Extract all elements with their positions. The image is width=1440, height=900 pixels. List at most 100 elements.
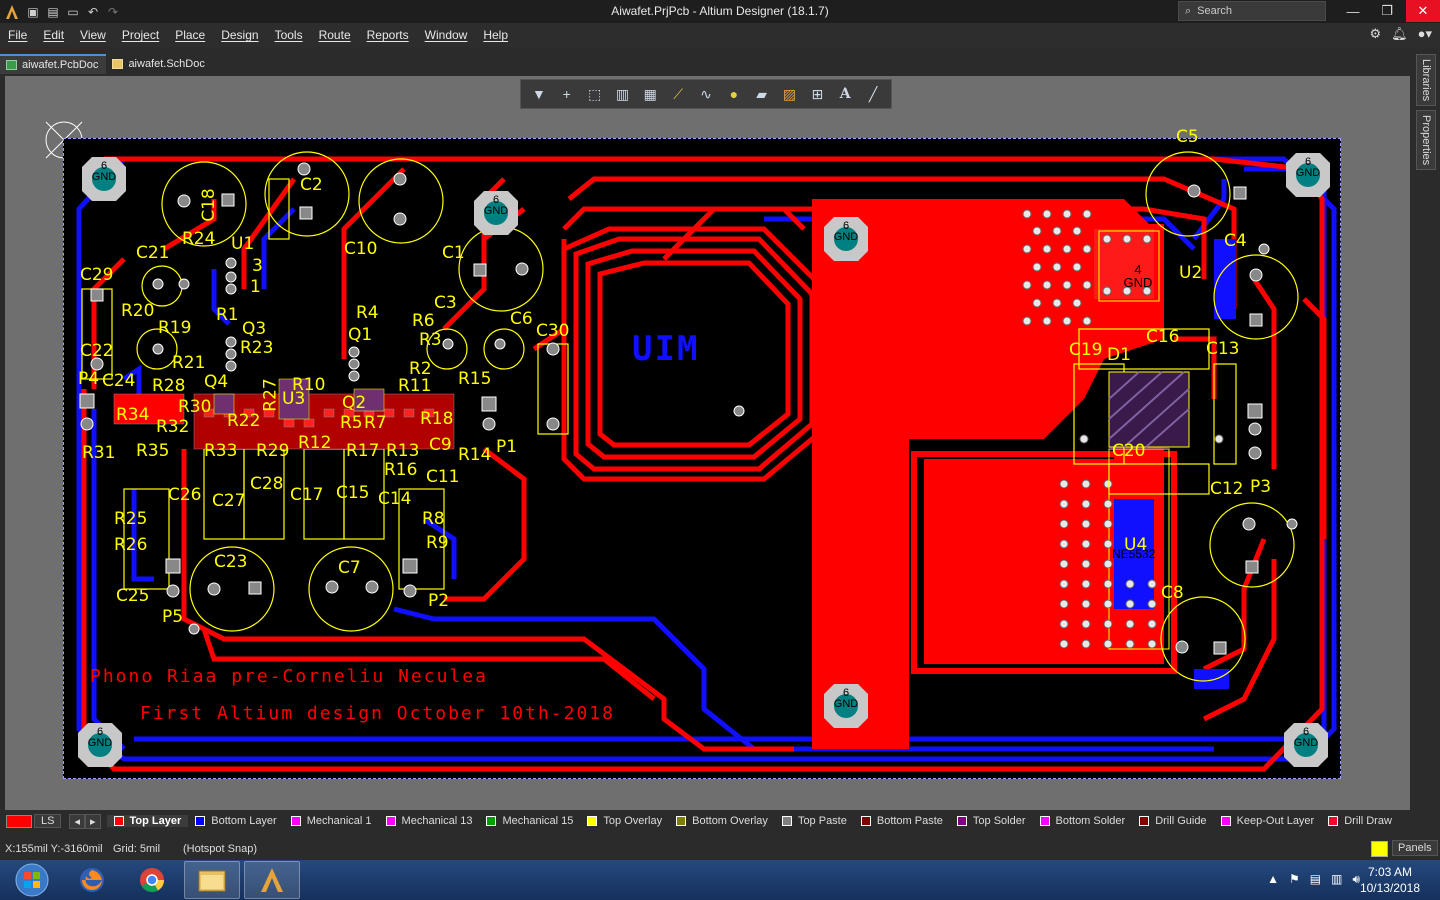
route-icon[interactable]: ⟋ (667, 83, 689, 105)
layer-tab[interactable]: Bottom Solder (1033, 815, 1133, 827)
layer-color-swatch (676, 816, 687, 826)
panels-button[interactable]: Panels (1392, 840, 1438, 856)
layer-tab[interactable]: Keep-Out Layer (1214, 815, 1322, 827)
move-icon[interactable]: + (556, 83, 578, 105)
designator: C9 (429, 435, 452, 455)
libraries-panel-tab[interactable]: Libraries (1416, 54, 1436, 106)
layer-tab[interactable]: Bottom Overlay (669, 815, 775, 827)
component-icon[interactable]: ▦ (639, 83, 661, 105)
pcb-board[interactable]: UIM Phono Riaa pre-Corneliu Neculea Firs… (63, 127, 1341, 779)
layer-scroll-right[interactable]: ▸ (85, 813, 101, 829)
filter-icon[interactable]: ▼ (528, 83, 550, 105)
minimize-button[interactable]: — (1336, 0, 1370, 22)
menu-view[interactable]: View (72, 28, 114, 42)
interactive-routing-icon[interactable]: ∿ (695, 83, 717, 105)
menu-window[interactable]: Window (417, 28, 476, 42)
explorer-taskbar-button[interactable] (184, 861, 240, 899)
line-icon[interactable]: ╱ (862, 83, 884, 105)
layer-tabs-bar: LS ◂ ▸ Top Layer Bottom Layer Mechanical 1… (0, 810, 1440, 832)
designator: R8 (422, 509, 445, 529)
menu-right-icons: ⚙ 🔔︎ ●▾ (1369, 26, 1432, 42)
layer-tab[interactable]: Drill Draw (1321, 815, 1399, 827)
tray-expand-icon[interactable]: ▲ (1267, 872, 1279, 887)
user-icon[interactable]: ●▾ (1418, 26, 1432, 42)
chrome-taskbar-button[interactable] (124, 861, 180, 899)
taskbar-clock[interactable]: 7:03 AM 10/13/2018 (1360, 864, 1420, 896)
start-button[interactable] (4, 861, 60, 899)
designator: R31 (82, 443, 116, 463)
volume-icon[interactable]: 🔊︎ (1352, 872, 1360, 887)
redo-icon[interactable]: ↷ (106, 5, 120, 19)
layer-tab[interactable]: Mechanical 15 (479, 815, 580, 827)
designator: R24 (182, 229, 216, 249)
menu-place[interactable]: Place (167, 28, 213, 42)
designator: C13 (1206, 339, 1240, 359)
close-button[interactable]: ✕ (1406, 0, 1440, 22)
align-icon[interactable]: ▥ (611, 83, 633, 105)
designator: C28 (250, 474, 284, 494)
layer-set-selector[interactable]: LS (6, 814, 62, 828)
designator: C12 (1210, 479, 1244, 499)
undo-icon[interactable]: ↶ (86, 5, 100, 19)
altium-logo-icon[interactable] (4, 4, 20, 20)
menu-tools[interactable]: Tools (267, 28, 311, 42)
layer-tab[interactable]: Mechanical 1 (284, 815, 379, 827)
open-icon[interactable]: ▭ (66, 5, 80, 19)
layer-tab[interactable]: Top Paste (775, 815, 854, 827)
designator: C30 (536, 321, 570, 341)
bell-icon[interactable]: 🔔︎ (1391, 26, 1408, 42)
polygon-icon[interactable]: ▰ (751, 83, 773, 105)
layer-tab[interactable]: Bottom Paste (854, 815, 950, 827)
layer-scroll-left[interactable]: ◂ (69, 813, 85, 829)
menu-edit[interactable]: Edit (35, 28, 72, 42)
designator: C4 (1224, 231, 1247, 251)
gnd-label: 6 GND (483, 194, 509, 217)
dimension-icon[interactable]: ⊞ (806, 83, 828, 105)
designator: D1 (1107, 345, 1131, 365)
search-placeholder: Search (1197, 5, 1233, 17)
network-icon[interactable]: ▥ (1331, 872, 1342, 887)
layer-tab[interactable]: Top Overlay (580, 815, 669, 827)
status-highlight-icon[interactable] (1371, 841, 1388, 857)
tab-pcbdoc[interactable]: aiwafet.PcbDoc (0, 54, 107, 74)
designator: R5 (340, 413, 363, 433)
designator: C8 (1161, 583, 1184, 603)
menu-reports[interactable]: Reports (359, 28, 417, 42)
firefox-taskbar-button[interactable] (64, 861, 120, 899)
altium-taskbar-button[interactable] (244, 861, 300, 899)
action-center-icon[interactable]: ⚑ (1289, 872, 1300, 887)
search-input[interactable]: ⌕ Search (1178, 1, 1326, 21)
via-icon[interactable]: ● (723, 83, 745, 105)
menu-file[interactable]: File (0, 28, 35, 42)
board-title-line1: Phono Riaa pre-Corneliu Neculea (90, 666, 488, 687)
menu-route[interactable]: Route (311, 28, 359, 42)
save-icon[interactable]: ▣ (26, 5, 40, 19)
save-all-icon[interactable]: ▤ (46, 5, 60, 19)
designator: R1 (216, 305, 239, 325)
layer-tab[interactable]: Mechanical 13 (379, 815, 480, 827)
windows-logo-icon (15, 863, 49, 897)
layer-tab[interactable]: Bottom Layer (188, 815, 283, 827)
layer-tab[interactable]: Top Layer (106, 815, 189, 827)
gear-icon[interactable]: ⚙ (1369, 26, 1381, 42)
layer-tab-list: Top Layer Bottom Layer Mechanical 1 Mechani… (106, 815, 1399, 827)
maximize-button[interactable]: ❐ (1370, 0, 1404, 22)
menu-design[interactable]: Design (213, 28, 266, 42)
text-icon[interactable]: A (834, 83, 856, 105)
layer-tab[interactable]: Drill Guide (1132, 815, 1213, 827)
designator: R12 (298, 433, 332, 453)
region-icon[interactable]: ▨ (779, 83, 801, 105)
tab-schdoc[interactable]: aiwafet.SchDoc (106, 54, 212, 74)
device-icon[interactable]: ▤ (1310, 872, 1321, 887)
clock-time: 7:03 AM (1367, 865, 1412, 879)
layer-tab[interactable]: Top Solder (950, 815, 1033, 827)
menu-help[interactable]: Help (475, 28, 516, 42)
chrome-icon (140, 868, 164, 893)
designator: R3 (419, 330, 442, 350)
designator: 1 (250, 277, 261, 297)
menu-project[interactable]: Project (114, 28, 167, 42)
select-rect-icon[interactable]: ⬚ (584, 83, 606, 105)
designator: R22 (227, 411, 261, 431)
properties-panel-tab[interactable]: Properties (1416, 110, 1436, 170)
designator: C6 (510, 309, 533, 329)
